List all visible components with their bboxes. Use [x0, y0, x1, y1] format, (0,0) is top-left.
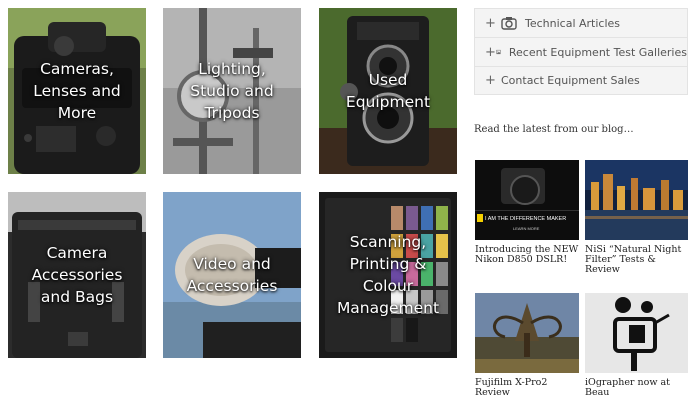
post-thumbnail [585, 293, 688, 373]
tile-label: Camera Accessories and Bags [31, 244, 123, 306]
menu-item-contact-sales[interactable]: + Contact Equipment Sales [474, 66, 688, 95]
tile-label: Lighting, Studio and Tripods [190, 60, 274, 122]
post-title: iOgrapher now at Beau [585, 377, 670, 397]
category-tile-video[interactable]: Video and Accessories [163, 192, 301, 358]
tile-label: Cameras, Lenses and More [33, 60, 121, 122]
menu-item-label: Technical Articles [525, 16, 621, 30]
blog-post-nisi-filter[interactable]: NiSi “Natural Night Filter” Tests & Revi… [585, 160, 688, 275]
tree-landscape-thumbnail [475, 293, 579, 373]
post-thumbnail [585, 160, 688, 240]
blog-heading: Read the latest from our blog… [474, 124, 634, 135]
equipment-menu: + Technical Articles + Recent Equipment … [474, 8, 688, 95]
blog-post-nikon-d850[interactable]: I AM THE DIFFERENCE MAKER LEARN MORE Int… [475, 160, 581, 265]
expand-plus-icon: + [485, 44, 496, 60]
thumb-learn-more: LEARN MORE [513, 226, 540, 231]
category-tile-accessories-bags[interactable]: Camera Accessories and Bags [8, 192, 146, 358]
post-title: Fujifilm X-Pro2 Review [475, 377, 548, 397]
expand-plus-icon: + [485, 15, 496, 31]
post-thumbnail [475, 293, 579, 373]
night-city-thumbnail [585, 160, 688, 240]
post-thumbnail: I AM THE DIFFERENCE MAKER LEARN MORE [475, 160, 579, 240]
iographer-rig-thumbnail [585, 293, 688, 373]
tile-label: Used Equipment [345, 71, 431, 111]
post-title: Introducing the NEW Nikon D850 DSLR! [475, 244, 579, 265]
blog-post-fujifilm-xpro2[interactable]: Fujifilm X-Pro2 Review [475, 293, 581, 397]
category-tile-lighting[interactable]: Lighting, Studio and Tripods [163, 8, 301, 174]
camera-icon [501, 17, 517, 30]
menu-item-label: Recent Equipment Test Galleries [508, 45, 687, 59]
category-tile-used-equipment[interactable]: Used Equipment [319, 8, 457, 174]
tile-label: Video and Accessories [186, 255, 278, 295]
post-title: NiSi “Natural Night Filter” Tests & Revi… [585, 244, 682, 275]
category-tile-cameras[interactable]: Cameras, Lenses and More [8, 8, 146, 174]
thumb-tagline: I AM THE DIFFERENCE MAKER [485, 216, 566, 222]
blog-post-iographer[interactable]: iOgrapher now at Beau [585, 293, 688, 397]
image-icon [496, 49, 501, 55]
menu-item-technical-articles[interactable]: + Technical Articles [474, 8, 688, 37]
menu-item-test-galleries[interactable]: + Recent Equipment Test Galleries [474, 37, 688, 66]
menu-item-label: Contact Equipment Sales [501, 74, 640, 87]
expand-plus-icon: + [485, 73, 496, 88]
nikon-camera-thumbnail: I AM THE DIFFERENCE MAKER LEARN MORE [475, 160, 579, 240]
tile-label: Scanning, Printing & Colour Management [336, 233, 440, 317]
category-tile-scanning-printing[interactable]: Scanning, Printing & Colour Management [319, 192, 457, 358]
